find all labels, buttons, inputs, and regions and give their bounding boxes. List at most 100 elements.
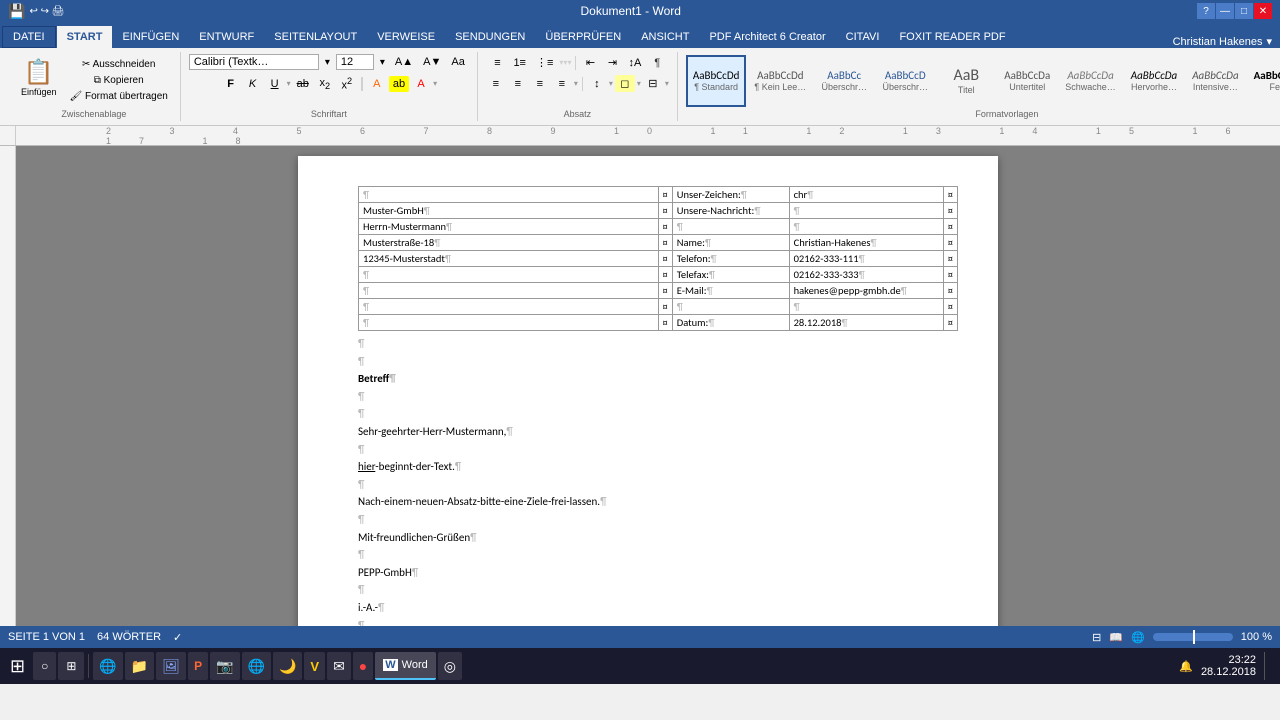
highlight-button[interactable]: ab bbox=[389, 76, 409, 92]
line-spacing-button[interactable]: ↕ bbox=[587, 76, 607, 92]
taskbar-word[interactable]: W Word bbox=[375, 652, 435, 680]
align-right-button[interactable]: ≡ bbox=[530, 76, 550, 92]
doc-greetings[interactable]: Mit-freundlichen-Grüßen¶ bbox=[358, 529, 958, 547]
font-size-input[interactable] bbox=[336, 54, 374, 70]
bold-button[interactable]: F bbox=[221, 76, 241, 92]
copy-button[interactable]: ⧉ Kopieren bbox=[66, 73, 172, 88]
tab-foxit[interactable]: FOXIT READER PDF bbox=[889, 26, 1015, 48]
multilevel-button[interactable]: ⋮≡ bbox=[532, 54, 557, 71]
taskbar-circle[interactable]: ● bbox=[353, 652, 373, 680]
close-button[interactable]: ✕ bbox=[1254, 3, 1272, 19]
doc-paragraph[interactable]: ¶ bbox=[358, 441, 958, 459]
tab-datei[interactable]: DATEI bbox=[2, 26, 56, 48]
tab-citavi[interactable]: CITAVI bbox=[836, 26, 890, 48]
doc-text-start[interactable]: hier-beginnt-der-Text.¶ bbox=[358, 458, 958, 476]
taskbar-explorer[interactable]: 📁 bbox=[125, 652, 154, 680]
doc-betreff[interactable]: Betreff¶ bbox=[358, 370, 958, 388]
tab-einfuegen[interactable]: EINFÜGEN bbox=[112, 26, 189, 48]
doc-paragraph[interactable]: ¶ bbox=[358, 476, 958, 494]
shading-button[interactable]: ◻ bbox=[615, 75, 635, 92]
style-untertitel[interactable]: AaBbCcDa Untertitel bbox=[997, 55, 1057, 107]
clear-format-button[interactable]: Aa bbox=[447, 54, 468, 70]
doc-company[interactable]: PEPP-GmbH¶ bbox=[358, 564, 958, 582]
taskbar-camera[interactable]: 📷 bbox=[210, 652, 239, 680]
doc-salutation[interactable]: Sehr-geehrter-Herr-Mustermann,¶ bbox=[358, 423, 958, 441]
doc-paragraph[interactable]: ¶ bbox=[358, 335, 958, 353]
text-effects-button[interactable]: A bbox=[367, 76, 387, 92]
doc-behalf[interactable]: i.-A.-¶ bbox=[358, 599, 958, 617]
tab-pdf-architect[interactable]: PDF Architect 6 Creator bbox=[699, 26, 835, 48]
taskbar-notification[interactable]: 🔔 bbox=[1179, 660, 1193, 673]
search-taskbar-button[interactable]: ○ bbox=[33, 652, 56, 680]
taskbar-v[interactable]: V bbox=[304, 652, 325, 680]
justify-button[interactable]: ≡ bbox=[552, 76, 572, 92]
superscript-button[interactable]: x2 bbox=[337, 74, 357, 94]
maximize-button[interactable]: □ bbox=[1235, 3, 1253, 19]
layout-read-button[interactable]: 📖 bbox=[1109, 631, 1123, 644]
strikethrough-button[interactable]: ab bbox=[293, 76, 313, 92]
taskbar-circle2[interactable]: ◎ bbox=[438, 652, 462, 680]
align-center-button[interactable]: ≡ bbox=[508, 76, 528, 92]
style-intensive[interactable]: AaBbCcDa Intensive… bbox=[1185, 55, 1245, 107]
minimize-button[interactable]: — bbox=[1216, 3, 1234, 19]
decrease-font-button[interactable]: A▼ bbox=[419, 54, 445, 70]
taskbar-moon[interactable]: 🌙 bbox=[273, 652, 302, 680]
document-scroll[interactable]: ¶ ¤ Unser-Zeichen:¶ chr¶ ¤ Muster-GmbH¶ … bbox=[16, 146, 1280, 626]
taskbar-ie[interactable]: 🌐 bbox=[93, 652, 122, 680]
doc-paragraph[interactable]: ¶ bbox=[358, 353, 958, 371]
show-formatting-button[interactable]: ¶ bbox=[647, 55, 667, 71]
increase-indent-button[interactable]: ⇥ bbox=[602, 54, 622, 71]
proofing-icon[interactable]: ✓ bbox=[173, 631, 182, 644]
tab-sendungen[interactable]: SENDUNGEN bbox=[445, 26, 535, 48]
style-ueberschrift1[interactable]: AaBbCc Überschr… bbox=[814, 55, 874, 107]
subscript-button[interactable]: x2 bbox=[315, 75, 335, 93]
doc-paragraph[interactable]: ¶ bbox=[358, 546, 958, 564]
taskbar-photos[interactable]: 🖼 bbox=[156, 652, 186, 680]
taskbar-mail[interactable]: ✉ bbox=[327, 652, 351, 680]
show-desktop-button[interactable] bbox=[1264, 652, 1268, 680]
format-paint-button[interactable]: 🖌 Format übertragen bbox=[66, 89, 172, 104]
font-name-dropdown[interactable]: ▾ bbox=[321, 55, 334, 70]
align-left-button[interactable]: ≡ bbox=[486, 76, 506, 92]
increase-font-button[interactable]: A▲ bbox=[391, 54, 417, 70]
tab-ueberpruefen[interactable]: ÜBERPRÜFEN bbox=[535, 26, 631, 48]
bullets-button[interactable]: ≡ bbox=[487, 55, 507, 71]
numbering-button[interactable]: 1≡ bbox=[509, 55, 530, 71]
document-page[interactable]: ¶ ¤ Unser-Zeichen:¶ chr¶ ¤ Muster-GmbH¶ … bbox=[298, 156, 998, 626]
style-standard[interactable]: AaBbCcDd ¶ Standard bbox=[686, 55, 746, 107]
font-name-input[interactable] bbox=[189, 54, 319, 70]
cut-button[interactable]: ✂ Ausschneiden bbox=[66, 57, 172, 72]
layout-print-button[interactable]: ⊟ bbox=[1092, 631, 1101, 644]
taskbar-powerpoint[interactable]: P bbox=[188, 652, 208, 680]
sort-button[interactable]: ↕A bbox=[624, 55, 645, 71]
taskbar-chrome[interactable]: 🌐 bbox=[242, 652, 271, 680]
style-schwache[interactable]: AaBbCcDa Schwache… bbox=[1058, 55, 1123, 107]
doc-new-paragraph[interactable]: Nach-einem-neuen-Absatz-bitte-eine-Ziele… bbox=[358, 493, 958, 511]
borders-button[interactable]: ⊟ bbox=[643, 75, 663, 92]
doc-paragraph[interactable]: ¶ bbox=[358, 388, 958, 406]
tab-entwurf[interactable]: ENTWURF bbox=[189, 26, 264, 48]
layout-web-button[interactable]: 🌐 bbox=[1131, 631, 1145, 644]
tab-seitenlayout[interactable]: SEITENLAYOUT bbox=[264, 26, 367, 48]
font-color-button[interactable]: A bbox=[411, 76, 431, 92]
style-titel[interactable]: AaB Titel bbox=[936, 55, 996, 107]
help-button[interactable]: ? bbox=[1197, 3, 1215, 19]
font-size-dropdown[interactable]: ▾ bbox=[376, 55, 389, 70]
tab-verweise[interactable]: VERWEISE bbox=[367, 26, 445, 48]
start-button[interactable]: ⊞ bbox=[4, 654, 31, 679]
tab-start[interactable]: START bbox=[57, 26, 113, 48]
style-fett[interactable]: AaBbCcDd Fett bbox=[1247, 55, 1280, 107]
decrease-indent-button[interactable]: ⇤ bbox=[580, 54, 600, 71]
doc-paragraph[interactable]: ¶ bbox=[358, 581, 958, 599]
tab-ansicht[interactable]: ANSICHT bbox=[631, 26, 699, 48]
task-view-button[interactable]: ⊞ bbox=[58, 652, 84, 680]
style-kein[interactable]: AaBbCcDd ¶ Kein Lee… bbox=[747, 55, 813, 107]
style-ueberschrift2[interactable]: AaBbCcD Überschr… bbox=[875, 55, 935, 107]
doc-paragraph[interactable]: ¶ bbox=[358, 511, 958, 529]
style-hervorhebung[interactable]: AaBbCcDa Hervorhe… bbox=[1124, 55, 1184, 107]
doc-paragraph[interactable]: ¶ bbox=[358, 617, 958, 627]
italic-button[interactable]: K bbox=[243, 76, 263, 92]
paste-button[interactable]: 📋 Einfügen bbox=[16, 55, 62, 107]
underline-button[interactable]: U bbox=[265, 76, 285, 92]
doc-paragraph[interactable]: ¶ bbox=[358, 405, 958, 423]
